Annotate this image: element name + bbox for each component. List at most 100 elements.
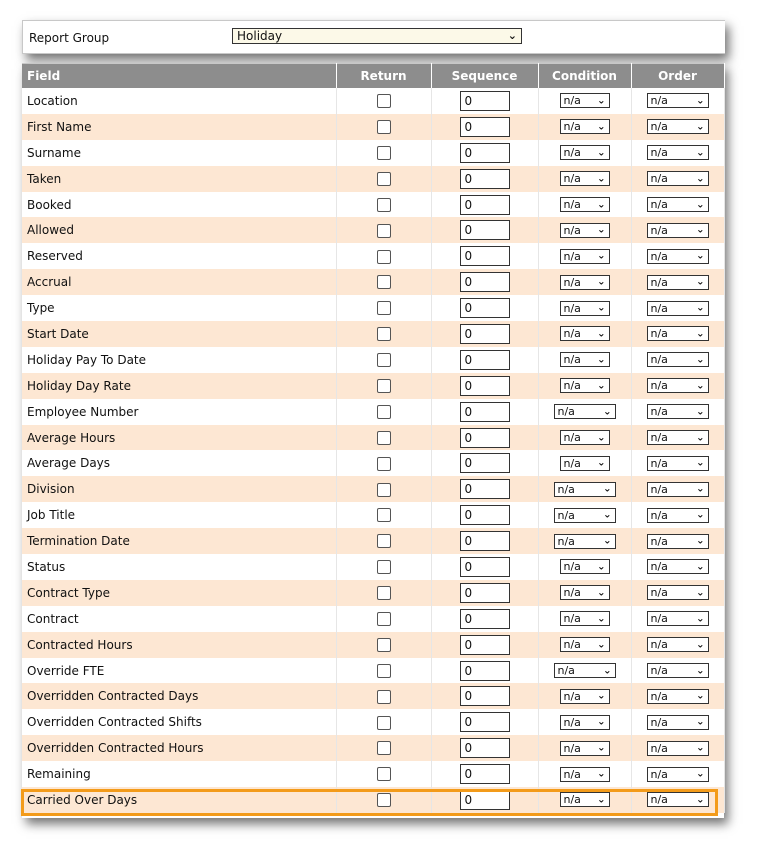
condition-select[interactable]: n/a ⌄: [559, 740, 610, 756]
sequence-input[interactable]: 0: [459, 401, 510, 422]
return-checkbox[interactable]: [376, 482, 391, 497]
sequence-input[interactable]: 0: [459, 660, 510, 681]
sequence-input[interactable]: 0: [459, 608, 510, 629]
order-select[interactable]: n/a ⌄: [646, 274, 709, 290]
order-select[interactable]: n/a ⌄: [646, 611, 709, 627]
order-select[interactable]: n/a ⌄: [646, 740, 709, 756]
condition-select[interactable]: n/a ⌄: [559, 119, 610, 135]
return-checkbox[interactable]: [376, 120, 391, 135]
sequence-input[interactable]: 0: [459, 738, 510, 759]
condition-select[interactable]: n/a ⌄: [559, 688, 610, 704]
sequence-input[interactable]: 0: [459, 764, 510, 785]
sequence-input[interactable]: 0: [459, 168, 510, 189]
order-select[interactable]: n/a ⌄: [646, 637, 709, 653]
sequence-input[interactable]: 0: [459, 90, 510, 111]
order-select[interactable]: n/a ⌄: [646, 688, 709, 704]
condition-select[interactable]: n/a ⌄: [553, 481, 616, 497]
order-select[interactable]: n/a ⌄: [646, 792, 709, 808]
sequence-input[interactable]: 0: [459, 556, 510, 577]
condition-select[interactable]: n/a ⌄: [559, 585, 610, 601]
return-checkbox[interactable]: [376, 145, 391, 160]
sequence-input[interactable]: 0: [459, 634, 510, 655]
condition-select[interactable]: n/a ⌄: [559, 378, 610, 394]
condition-select[interactable]: n/a ⌄: [559, 93, 610, 109]
return-checkbox[interactable]: [376, 94, 391, 109]
sequence-input[interactable]: 0: [459, 246, 510, 267]
return-checkbox[interactable]: [376, 223, 391, 238]
order-select[interactable]: n/a ⌄: [646, 559, 709, 575]
sequence-input[interactable]: 0: [459, 323, 510, 344]
sequence-input[interactable]: 0: [459, 712, 510, 733]
condition-select[interactable]: n/a ⌄: [553, 404, 616, 420]
return-checkbox[interactable]: [376, 301, 391, 316]
condition-select[interactable]: n/a ⌄: [559, 352, 610, 368]
order-select[interactable]: n/a ⌄: [646, 430, 709, 446]
order-select[interactable]: n/a ⌄: [646, 455, 709, 471]
return-checkbox[interactable]: [376, 197, 391, 212]
report-group-select[interactable]: Holiday ⌄: [232, 28, 522, 44]
return-checkbox[interactable]: [376, 767, 391, 782]
order-select[interactable]: n/a ⌄: [646, 663, 709, 679]
order-select[interactable]: n/a ⌄: [646, 766, 709, 782]
sequence-input[interactable]: 0: [459, 375, 510, 396]
sequence-input[interactable]: 0: [459, 582, 510, 603]
condition-select[interactable]: n/a ⌄: [553, 663, 616, 679]
condition-select[interactable]: n/a ⌄: [559, 637, 610, 653]
sequence-input[interactable]: 0: [459, 116, 510, 137]
order-select[interactable]: n/a ⌄: [646, 171, 709, 187]
return-checkbox[interactable]: [376, 353, 391, 368]
order-select[interactable]: n/a ⌄: [646, 300, 709, 316]
condition-select[interactable]: n/a ⌄: [559, 559, 610, 575]
sequence-input[interactable]: 0: [459, 272, 510, 293]
return-checkbox[interactable]: [376, 378, 391, 393]
sequence-input[interactable]: 0: [459, 427, 510, 448]
sequence-input[interactable]: 0: [459, 220, 510, 241]
return-checkbox[interactable]: [376, 456, 391, 471]
return-checkbox[interactable]: [376, 663, 391, 678]
return-checkbox[interactable]: [376, 171, 391, 186]
sequence-input[interactable]: 0: [459, 789, 510, 810]
condition-select[interactable]: n/a ⌄: [559, 326, 610, 342]
return-checkbox[interactable]: [376, 793, 391, 808]
condition-select[interactable]: n/a ⌄: [559, 430, 610, 446]
condition-select[interactable]: n/a ⌄: [559, 197, 610, 212]
order-select[interactable]: n/a ⌄: [646, 404, 709, 420]
condition-select[interactable]: n/a ⌄: [553, 507, 616, 523]
condition-select[interactable]: n/a ⌄: [559, 714, 610, 730]
sequence-input[interactable]: 0: [459, 479, 510, 500]
sequence-input[interactable]: 0: [459, 505, 510, 526]
order-select[interactable]: n/a ⌄: [646, 119, 709, 135]
return-checkbox[interactable]: [376, 327, 391, 342]
sequence-input[interactable]: 0: [459, 142, 510, 163]
sequence-input[interactable]: 0: [459, 531, 510, 552]
return-checkbox[interactable]: [376, 741, 391, 756]
order-select[interactable]: n/a ⌄: [646, 93, 709, 109]
sequence-input[interactable]: 0: [459, 686, 510, 707]
condition-select[interactable]: n/a ⌄: [559, 274, 610, 290]
condition-select[interactable]: n/a ⌄: [559, 248, 610, 264]
sequence-input[interactable]: 0: [459, 194, 510, 215]
sequence-input[interactable]: 0: [459, 298, 510, 319]
order-select[interactable]: n/a ⌄: [646, 352, 709, 368]
order-select[interactable]: n/a ⌄: [646, 197, 709, 212]
return-checkbox[interactable]: [376, 534, 391, 549]
sequence-input[interactable]: 0: [459, 349, 510, 370]
return-checkbox[interactable]: [376, 430, 391, 445]
order-select[interactable]: n/a ⌄: [646, 585, 709, 601]
return-checkbox[interactable]: [376, 586, 391, 601]
condition-select[interactable]: n/a ⌄: [559, 766, 610, 782]
return-checkbox[interactable]: [376, 715, 391, 730]
order-select[interactable]: n/a ⌄: [646, 533, 709, 549]
return-checkbox[interactable]: [376, 612, 391, 626]
condition-select[interactable]: n/a ⌄: [559, 300, 610, 316]
order-select[interactable]: n/a ⌄: [646, 378, 709, 394]
order-select[interactable]: n/a ⌄: [646, 714, 709, 730]
return-checkbox[interactable]: [376, 689, 391, 704]
return-checkbox[interactable]: [376, 404, 391, 419]
order-select[interactable]: n/a ⌄: [646, 248, 709, 264]
condition-select[interactable]: n/a ⌄: [559, 611, 610, 627]
condition-select[interactable]: n/a ⌄: [559, 455, 610, 471]
return-checkbox[interactable]: [376, 560, 391, 575]
return-checkbox[interactable]: [376, 275, 391, 290]
sequence-input[interactable]: 0: [459, 453, 510, 474]
